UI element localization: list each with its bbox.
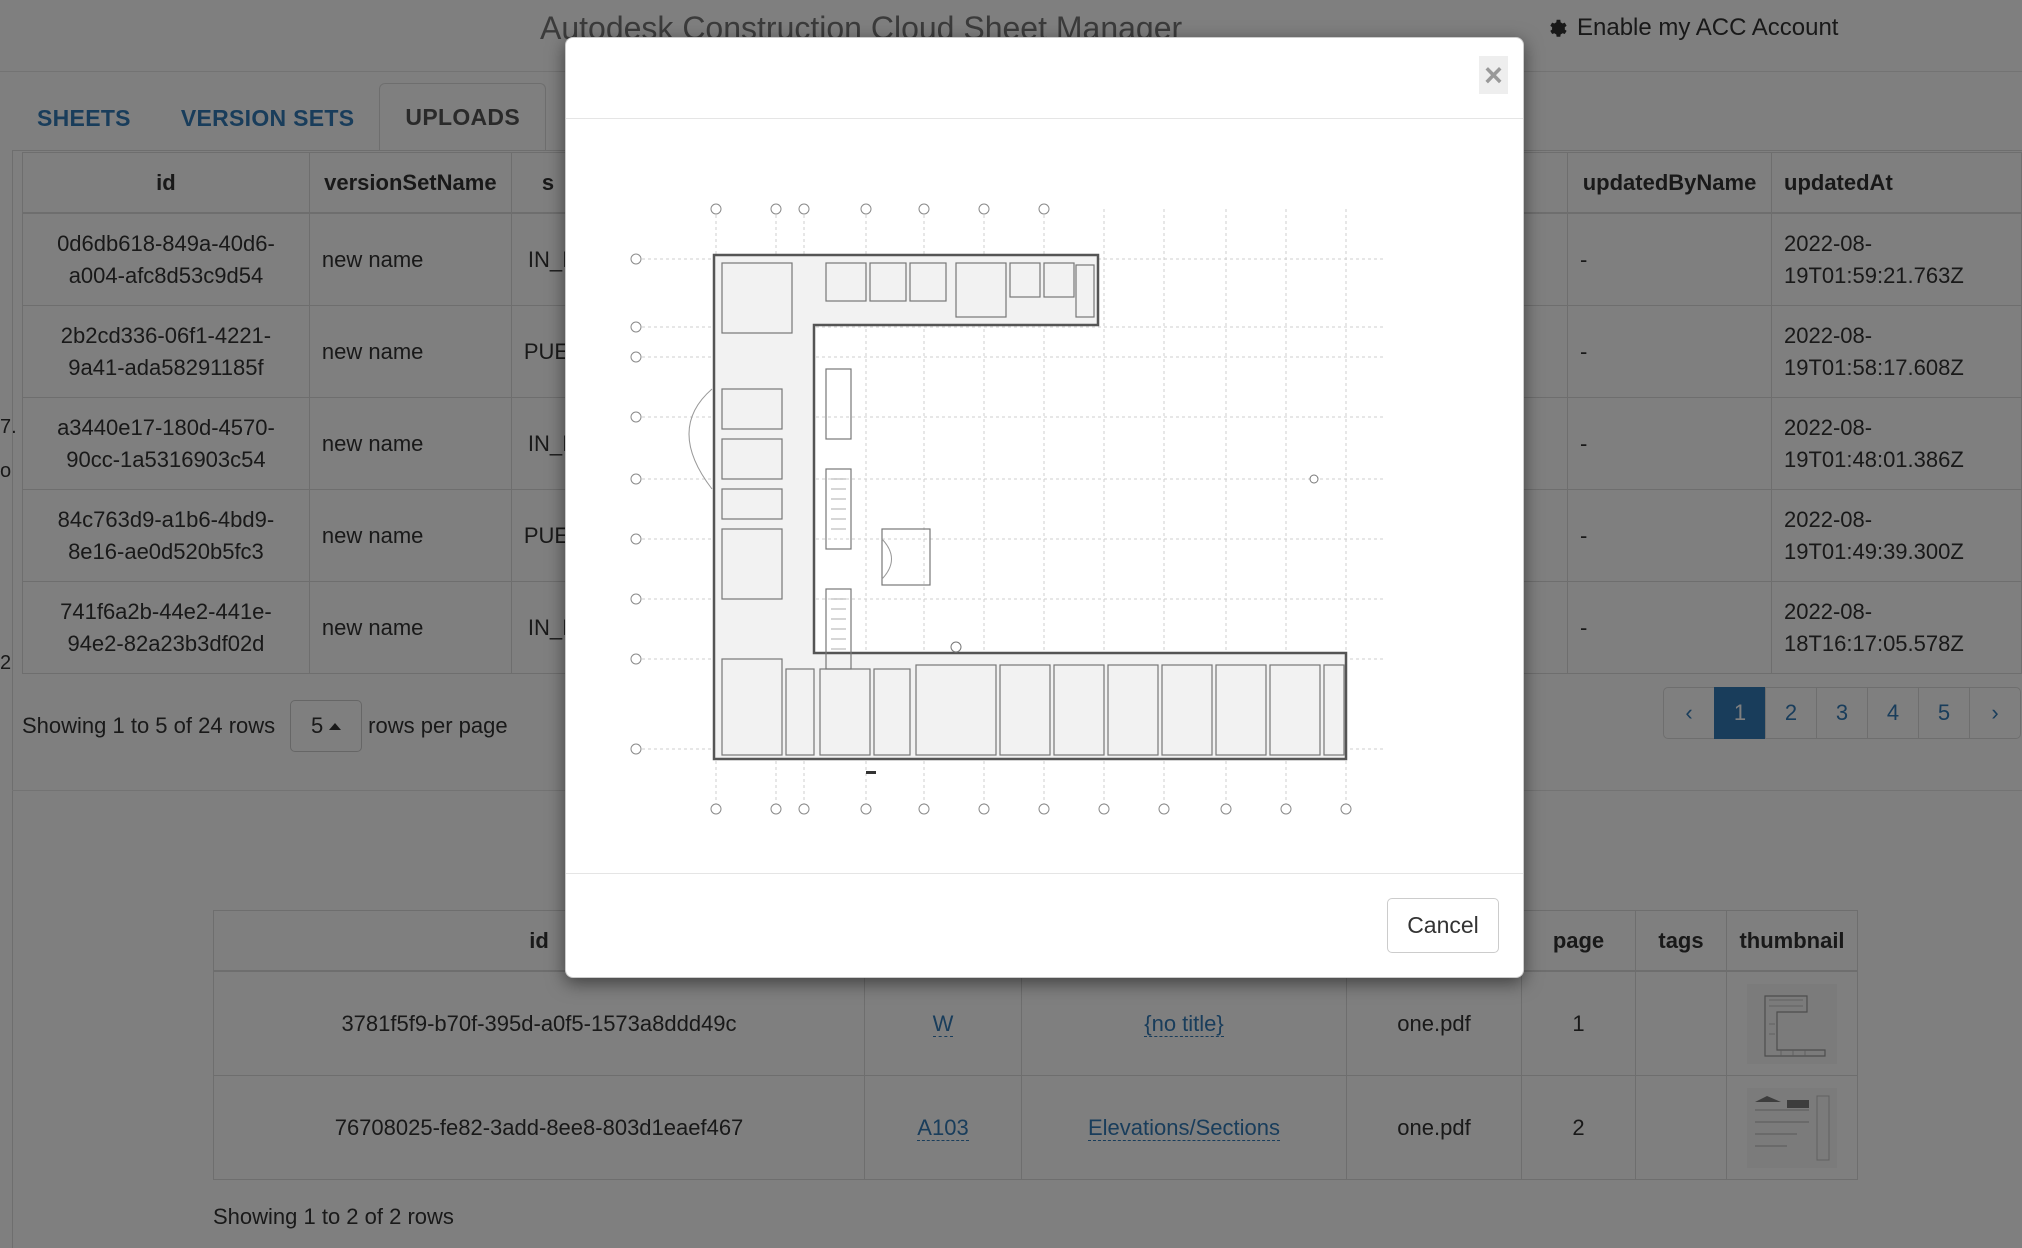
- cancel-button[interactable]: Cancel: [1387, 898, 1499, 953]
- thumbnail-preview-modal: × Cancel: [565, 37, 1524, 978]
- floor-plan-preview-image: [630, 203, 1386, 815]
- modal-footer: Cancel: [566, 873, 1523, 977]
- modal-header: ×: [566, 38, 1523, 119]
- close-button[interactable]: ×: [1479, 56, 1508, 94]
- modal-body: [566, 119, 1523, 870]
